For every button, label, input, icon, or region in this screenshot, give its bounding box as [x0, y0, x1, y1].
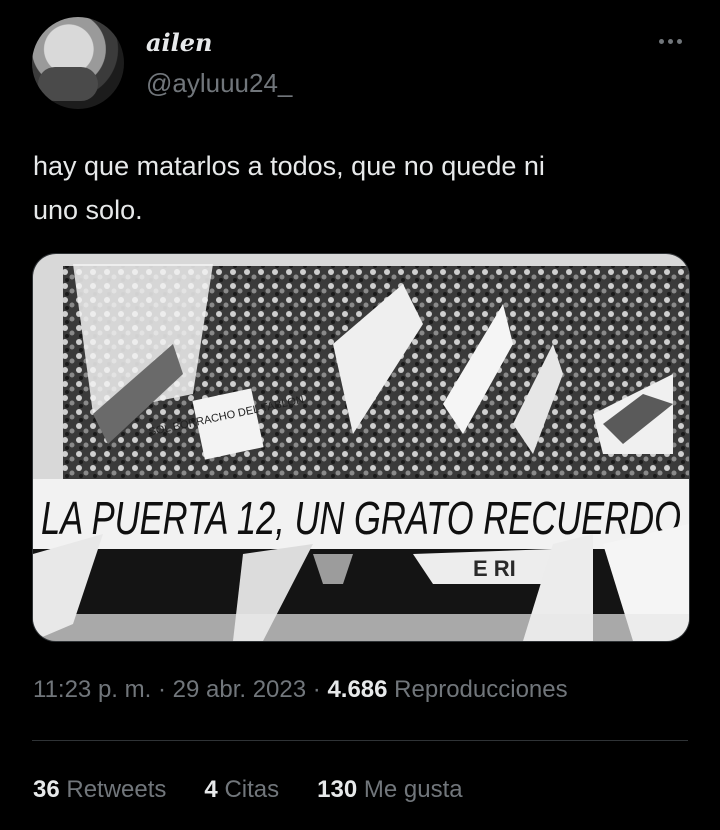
lower-banner-text: E RI [473, 556, 516, 581]
quotes-stat[interactable]: 4 Citas [204, 776, 279, 804]
likes-label: Me gusta [363, 776, 463, 803]
separator-dot: · [312, 676, 321, 703]
views-count: 4.686 [327, 676, 388, 703]
tweet-date[interactable]: 29 abr. 2023 [173, 676, 306, 703]
tweet-text-line-2: uno solo. [33, 195, 143, 225]
tweet-metadata: 11:23 p. m. · 29 abr. 2023 · 4.686 Repro… [33, 676, 568, 704]
divider [32, 740, 688, 741]
tweet-time[interactable]: 11:23 p. m. [33, 676, 151, 703]
retweets-stat[interactable]: 36 Retweets [33, 776, 166, 804]
separator-dot: · [157, 676, 166, 703]
author-name[interactable]: ailen [146, 28, 213, 57]
quotes-label: Citas [224, 776, 280, 803]
retweets-label: Retweets [66, 776, 167, 803]
author-handle[interactable]: @ayluuu24_ [146, 68, 292, 99]
retweets-count: 36 [33, 776, 60, 803]
avatar[interactable] [32, 17, 124, 109]
likes-count: 130 [317, 776, 358, 803]
tweet-text-line-1: hay que matarlos a todos, que no quede n… [33, 151, 545, 181]
views-label: Reproducciones [394, 676, 568, 703]
engagement-stats: 36 Retweets 4 Citas 130 Me gusta [33, 776, 463, 804]
tweet-text: hay que matarlos a todos, que no quede n… [33, 144, 683, 232]
quotes-count: 4 [204, 776, 218, 803]
more-options-icon[interactable] [650, 30, 690, 52]
tweet-photo[interactable]: SOL BORRACHO DEL TABLON LA PUERTA 12, UN… [32, 253, 690, 642]
likes-stat[interactable]: 130 Me gusta [317, 776, 462, 804]
